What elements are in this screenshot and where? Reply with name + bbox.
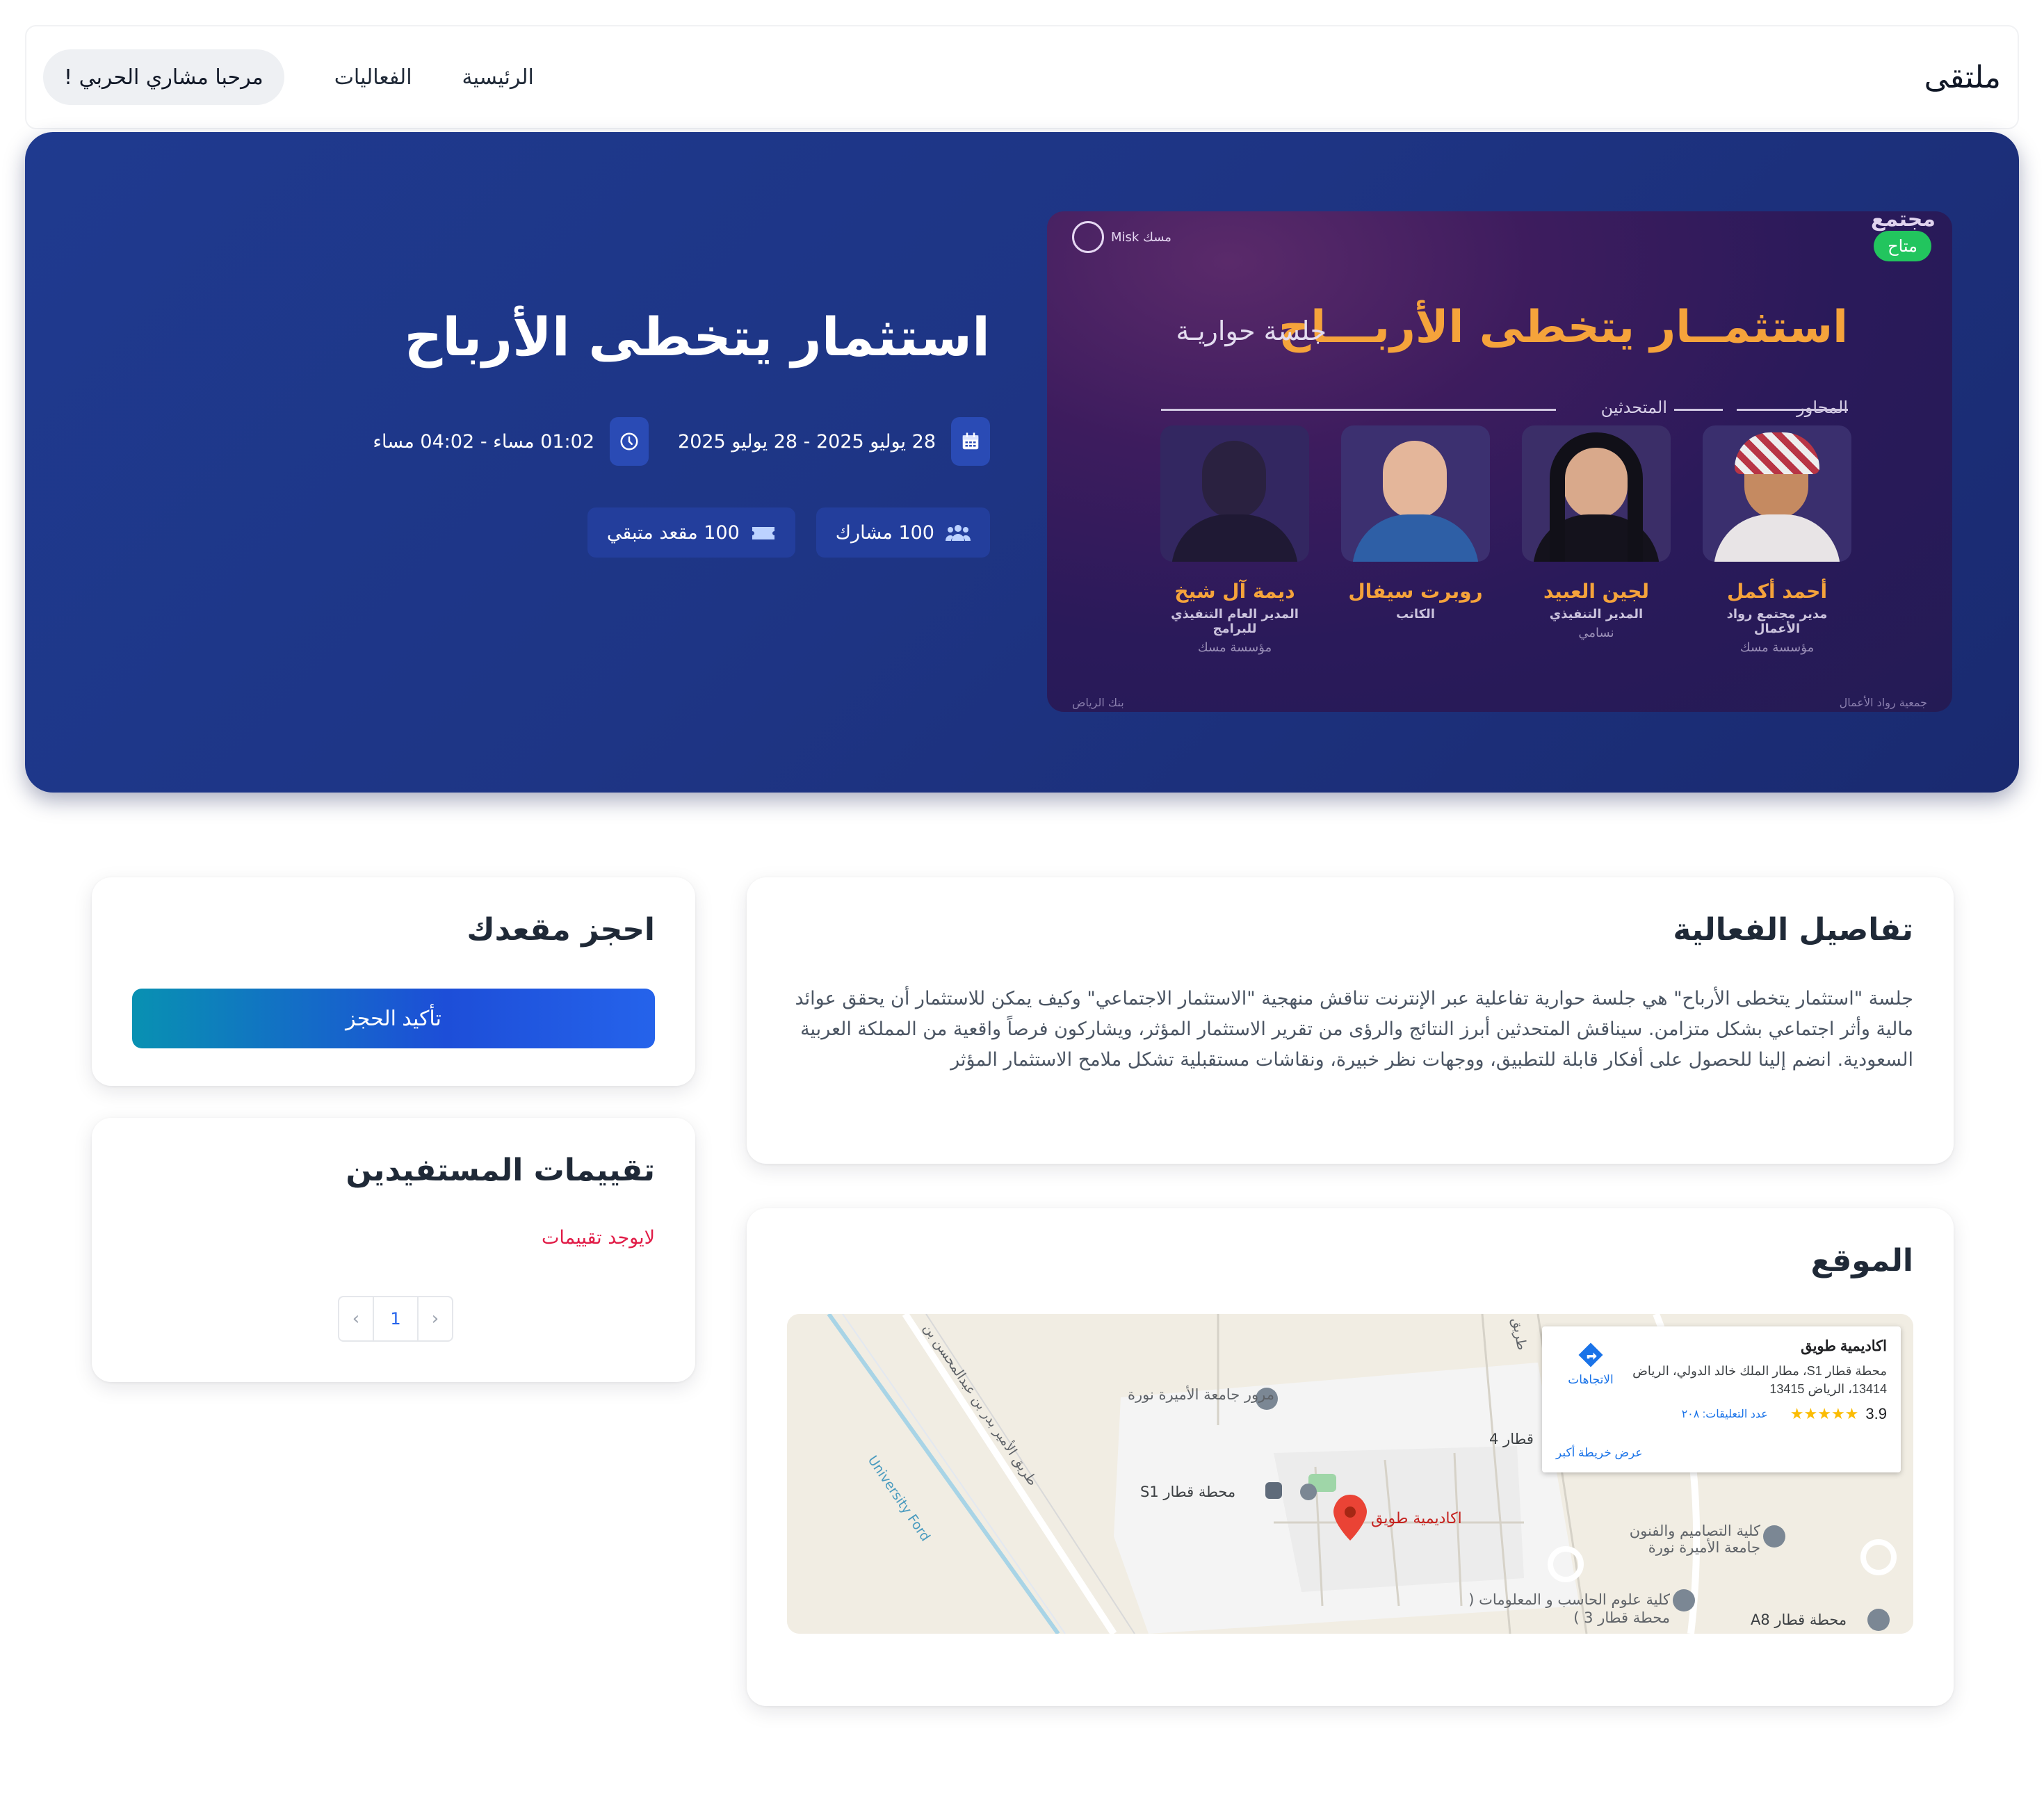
event-title: استثمار يتخطى الأرباح [404,306,991,368]
event-details-card: تفاصيل الفعالية جلسة "استثمار يتخطى الأر… [747,877,1954,1164]
event-details-heading: تفاصيل الفعالية [1673,912,1913,948]
event-date-range: 28 يوليو 2025 - 28 يوليو 2025 [678,430,936,453]
calendar-icon [951,417,990,466]
speaker-role: الكاتب [1396,607,1435,622]
misk-tree-icon [1072,221,1104,253]
map-label: كلية علوم الحاسب و المعلومات ( محطة قطار… [1468,1591,1670,1626]
clock-icon [610,417,649,466]
speaker-role: المدير العام التنفيذي للبرامج [1171,607,1299,636]
view-larger-map-link[interactable]: عرض خريطة أكبر [1556,1446,1643,1460]
event-poster-image: مجتمع متاح Misk مسك استثمــار يتخطى الأر… [1047,211,1952,712]
speaker-org: مؤسسة مسك [1739,640,1815,655]
seats-remaining: 100 مقعد متبقي [606,521,740,544]
directions-icon [1578,1342,1603,1367]
users-icon [946,525,971,541]
map-label: قطار 4 [1489,1431,1534,1447]
poster-divider [1737,409,1848,411]
no-reviews-message: لايوجد تقييمات [541,1227,655,1249]
speaker-org: مؤسسة مسك [1197,640,1272,655]
poster-logo: Misk مسك [1072,221,1171,253]
event-description: جلسة "استثمار يتخطى الأرباح" هي جلسة حوا… [795,988,1913,1071]
speaker-name: أحمد أكمل [1726,580,1828,603]
confirm-booking-button[interactable]: تأكيد الحجز [132,989,655,1048]
map-label: محطة قطار S1 [1140,1484,1236,1500]
pagination-page-button[interactable]: 1 [373,1297,419,1340]
event-schedule: 28 يوليو 2025 - 28 يوليو 2025 01:02 مساء… [373,417,990,466]
booking-card: احجز مقعدك تأكيد الحجز [92,877,695,1086]
location-card: الموقع مرور جامعة الأميرة نورة محطة قطار… [747,1208,1954,1706]
map-reviews-link[interactable]: عدد التعليقات: ٢٠٨ [1682,1407,1768,1421]
map-pin-label: اكاديمية طويق [1371,1510,1462,1527]
speaker-photo [1160,425,1309,562]
reviews-card: تقييمات المستفيدين لايوجد تقييمات ‹ 1 › [92,1118,695,1382]
seats-chip: 100 مقعد متبقي [587,507,795,558]
reviews-pagination: ‹ 1 › [338,1296,453,1342]
map-rating-value: 3.9 [1865,1405,1887,1422]
user-menu-button[interactable]: مرحبا مشاري الحربي ! [43,49,284,105]
map-label: كلية التصاميم والفنون جامعة الأميرة نورة [1629,1522,1760,1556]
event-time-range: 01:02 مساء - 04:02 مساء [373,430,595,453]
pagination-prev-button[interactable]: ‹ [339,1297,373,1340]
pagination-next-button[interactable]: › [419,1297,452,1340]
poster-sponsor: بنك الرياض [1072,696,1124,709]
event-stats: 100 مشارك 100 مقعد متبقي [587,507,990,558]
speaker-name: ديمة آل شيخ [1174,580,1295,603]
poster-logo-text: Misk مسك [1111,229,1171,245]
participants-chip: 100 مشارك [816,507,990,558]
directions-button[interactable]: الاتجاهات [1563,1340,1619,1387]
speaker-name: لجين العبيد [1543,580,1650,603]
poster-sponsor: جمعية رواد الأعمال [1839,696,1927,709]
map-place-card: اكاديمية طويق محطة قطار S1، مطار الملك خ… [1542,1326,1901,1472]
speaker-card: ديمة آل شيخ المدير العام التنفيذي للبرام… [1160,425,1309,655]
poster-title: استثمــار يتخطى الأربـــاح [1279,302,1848,353]
event-hero: مجتمع متاح Misk مسك استثمــار يتخطى الأر… [25,132,2019,793]
speaker-photo [1703,425,1851,562]
speaker-card: أحمد أكمل مدير مجتمع رواد الأعمال مؤسسة … [1703,425,1851,655]
booking-heading: احجز مقعدك [467,912,655,948]
poster-moderator-heading: المحاور [1796,398,1848,417]
participants-count: 100 مشارك [835,521,934,544]
poster-subtitle: جلسة حواريـة [1176,316,1327,346]
location-heading: الموقع [1810,1243,1913,1278]
map-label: محطة قطار A8 [1751,1611,1847,1628]
map-label: مرور جامعة الأميرة نورة [1128,1386,1274,1403]
star-rating-icon: ★★★★★ [1790,1405,1859,1422]
map-place-address: محطة قطار S1، مطار الملك خالد الدولي، ال… [1632,1364,1887,1396]
poster-speakers-heading: المتحدثين [1600,398,1667,417]
speaker-role: المدير التنفيذي [1549,607,1644,622]
availability-badge: متاح [1874,231,1931,261]
speaker-photo [1522,425,1671,562]
speaker-card: لجين العبيد المدير التنفيذي نسامي [1522,425,1671,640]
speaker-role: مدير مجتمع رواد الأعمال [1726,607,1828,636]
speaker-org: نسامي [1578,626,1614,640]
nav-link-home[interactable]: الرئيسية [462,65,534,90]
nav-links: الرئيسية الفعاليات مرحبا مشاري الحربي ! [43,49,534,105]
ticket-icon [752,527,774,539]
reviews-heading: تقييمات المستفيدين [346,1153,655,1188]
directions-label: الاتجاهات [1568,1373,1614,1386]
poster-divider [1161,409,1556,411]
map-rating: 3.9 ★★★★★ عدد التعليقات: ٢٠٨ [1556,1405,1887,1423]
google-map-embed[interactable]: مرور جامعة الأميرة نورة محطة قطار S1 اكا… [787,1314,1913,1634]
speaker-photo [1341,425,1490,562]
brand-logo[interactable]: ملتقى [1924,60,2001,95]
poster-corner-text: مجتمع [1870,211,1936,232]
poster-divider [1674,409,1723,411]
top-navbar: ملتقى الرئيسية الفعاليات مرحبا مشاري الح… [25,25,2019,129]
speaker-card: روبرت سيفال الكاتب [1341,425,1490,626]
speaker-name: روبرت سيفال [1348,580,1483,603]
nav-link-events[interactable]: الفعاليات [334,65,412,90]
